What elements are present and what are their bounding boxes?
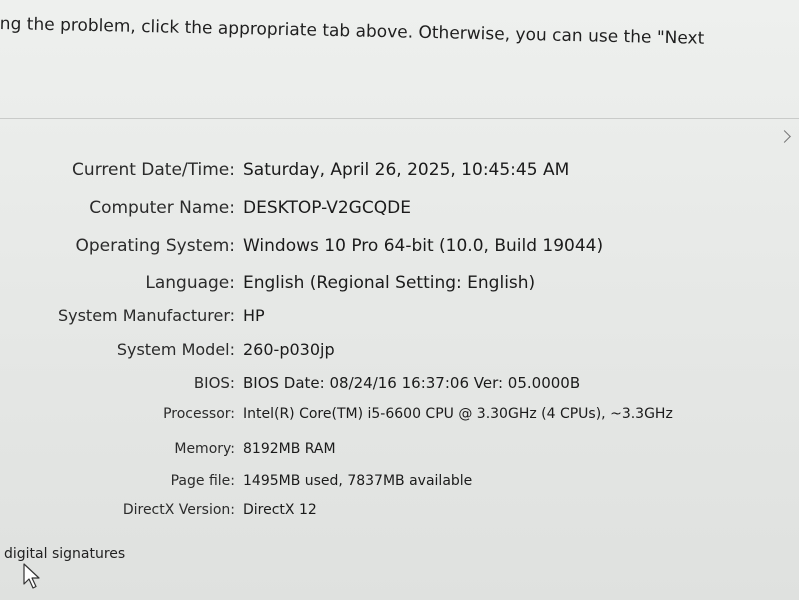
intro-instructions: ng the problem, click the appropriate ta… (0, 14, 705, 49)
info-label: Language: (145, 273, 235, 293)
info-label: Page file: (170, 473, 235, 489)
info-label: Processor: (163, 406, 235, 422)
info-label: System Manufacturer: (57, 306, 235, 325)
info-row-model: System Model: 260-p030jp (0, 340, 799, 364)
info-row-manufacturer: System Manufacturer: HP (0, 306, 799, 330)
info-row-computer-name: Computer Name: DESKTOP-V2GCQDE (0, 198, 799, 222)
info-row-datetime: Current Date/Time: Saturday, April 26, 2… (0, 160, 799, 184)
info-value: DESKTOP-V2GCQDE (243, 198, 411, 218)
info-row-os: Operating System: Windows 10 Pro 64-bit … (0, 236, 799, 260)
info-label: Memory: (174, 441, 235, 457)
dxdiag-window: ng the problem, click the appropriate ta… (0, 0, 799, 600)
info-value: Windows 10 Pro 64-bit (10.0, Build 19044… (243, 236, 604, 256)
info-row-processor: Processor: Intel(R) Core(TM) i5-6600 CPU… (0, 406, 799, 430)
system-information-panel: Current Date/Time: Saturday, April 26, 2… (0, 160, 799, 520)
info-value: English (Regional Setting: English) (243, 273, 536, 293)
info-value: 260-p030jp (243, 340, 335, 359)
info-label: Current Date/Time: (72, 160, 235, 180)
digital-signatures-link[interactable]: digital signatures (4, 546, 125, 562)
info-value: 1495MB used, 7837MB available (243, 473, 473, 489)
info-label: BIOS: (193, 374, 235, 392)
section-divider (0, 118, 799, 119)
info-row-language: Language: English (Regional Setting: Eng… (0, 273, 799, 297)
info-row-memory: Memory: 8192MB RAM (0, 441, 799, 465)
info-row-pagefile: Page file: 1495MB used, 7837MB available (0, 473, 799, 497)
info-value: Intel(R) Core(TM) i5-6600 CPU @ 3.30GHz … (243, 406, 673, 422)
info-row-directx: DirectX Version: DirectX 12 (0, 502, 799, 526)
info-row-bios: BIOS: BIOS Date: 08/24/16 16:37:06 Ver: … (0, 374, 799, 398)
info-value: BIOS Date: 08/24/16 16:37:06 Ver: 05.000… (243, 374, 581, 392)
chevron-up-icon[interactable] (778, 130, 791, 143)
mouse-pointer-icon (23, 563, 40, 589)
info-value: Saturday, April 26, 2025, 10:45:45 AM (243, 160, 570, 180)
info-label: DirectX Version: (122, 502, 235, 518)
info-value: HP (243, 306, 265, 325)
info-label: Computer Name: (89, 198, 235, 218)
info-label: Operating System: (75, 236, 235, 256)
info-label: System Model: (116, 340, 235, 359)
info-value: 8192MB RAM (243, 441, 336, 457)
info-value: DirectX 12 (243, 502, 317, 518)
